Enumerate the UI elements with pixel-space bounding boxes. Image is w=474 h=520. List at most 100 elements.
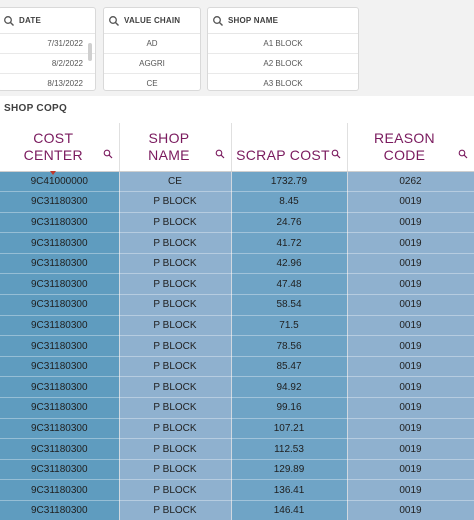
table-row[interactable]: 9C31180300 P BLOCK 8.45 0019 [0, 191, 474, 213]
table-row[interactable]: 9C31180300 P BLOCK 85.47 0019 [0, 356, 474, 378]
cell-scrap-cost[interactable]: 112.53 [231, 438, 348, 460]
cell-scrap-cost[interactable]: 1732.79 [231, 171, 348, 193]
cell-reason-code[interactable]: 0019 [347, 459, 474, 481]
table-row[interactable]: 9C31180300 P BLOCK 107.21 0019 [0, 418, 474, 440]
cell-cost-center[interactable]: 9C31180300 [0, 253, 120, 275]
cell-scrap-cost[interactable]: 8.45 [231, 191, 348, 213]
cell-reason-code[interactable]: 0262 [347, 171, 474, 193]
cell-shop-name[interactable]: P BLOCK [119, 418, 232, 440]
cell-reason-code[interactable]: 0019 [347, 273, 474, 296]
filter-item[interactable]: CE [104, 74, 200, 90]
table-row[interactable]: 9C31180300 P BLOCK 78.56 0019 [0, 335, 474, 357]
cell-cost-center[interactable]: 9C31180300 [0, 273, 120, 296]
cell-shop-name[interactable]: P BLOCK [119, 294, 232, 316]
cell-cost-center[interactable]: 9C31180300 [0, 356, 120, 378]
cell-cost-center[interactable]: 9C31180300 [0, 500, 120, 520]
cell-shop-name[interactable]: P BLOCK [119, 500, 232, 520]
cell-shop-name[interactable]: P BLOCK [119, 459, 232, 481]
filter-pane-shop-name[interactable]: SHOP NAME A1 BLOCK A2 BLOCK A3 BLOCK [207, 7, 359, 91]
filter-item[interactable]: AGGRI [104, 54, 200, 74]
search-icon[interactable] [3, 15, 15, 27]
filter-item[interactable]: AD [104, 34, 200, 54]
column-header-cost-center[interactable]: COST CENTER [0, 123, 120, 172]
cell-scrap-cost[interactable]: 78.56 [231, 335, 348, 357]
table-row[interactable]: 9C31180300 P BLOCK 129.89 0019 [0, 459, 474, 481]
search-icon[interactable] [212, 15, 224, 27]
cell-reason-code[interactable]: 0019 [347, 335, 474, 357]
column-header-scrap-cost[interactable]: SCRAP COST [231, 123, 348, 172]
search-icon[interactable] [103, 146, 113, 159]
cell-scrap-cost[interactable]: 71.5 [231, 315, 348, 337]
cell-cost-center[interactable]: 9C41000000 [0, 171, 120, 193]
cell-scrap-cost[interactable]: 58.54 [231, 294, 348, 316]
cell-reason-code[interactable]: 0019 [347, 232, 474, 254]
table-row[interactable]: 9C31180300 P BLOCK 112.53 0019 [0, 438, 474, 460]
cell-cost-center[interactable]: 9C31180300 [0, 294, 120, 316]
cell-cost-center[interactable]: 9C31180300 [0, 459, 120, 481]
column-header-reason-code[interactable]: REASON CODE [347, 123, 474, 172]
filter-item[interactable]: 7/31/2022 [0, 34, 95, 54]
cell-shop-name[interactable]: P BLOCK [119, 232, 232, 254]
table-row[interactable]: 9C31180300 P BLOCK 99.16 0019 [0, 397, 474, 419]
search-icon[interactable] [331, 146, 341, 159]
cell-reason-code[interactable]: 0019 [347, 376, 474, 399]
cell-shop-name[interactable]: P BLOCK [119, 191, 232, 213]
cell-shop-name[interactable]: P BLOCK [119, 315, 232, 337]
cell-scrap-cost[interactable]: 146.41 [231, 500, 348, 520]
filter-pane-date[interactable]: DATE 7/31/2022 8/2/2022 8/13/2022 [0, 7, 96, 91]
table-row[interactable]: 9C31180300 P BLOCK 71.5 0019 [0, 315, 474, 337]
filter-pane-header[interactable]: VALUE CHAIN [104, 8, 200, 34]
cell-cost-center[interactable]: 9C31180300 [0, 191, 120, 213]
cell-scrap-cost[interactable]: 129.89 [231, 459, 348, 481]
table-row[interactable]: 9C41000000 CE 1732.79 0262 [0, 171, 474, 193]
search-icon[interactable] [108, 15, 120, 27]
filter-pane-header[interactable]: SHOP NAME [208, 8, 358, 34]
filter-pane-value-chain[interactable]: VALUE CHAIN AD AGGRI CE [103, 7, 201, 91]
filter-item[interactable]: A1 BLOCK [208, 34, 358, 54]
cell-cost-center[interactable]: 9C31180300 [0, 212, 120, 234]
cell-shop-name[interactable]: P BLOCK [119, 438, 232, 460]
cell-shop-name[interactable]: P BLOCK [119, 376, 232, 399]
table-row[interactable]: 9C31180300 P BLOCK 136.41 0019 [0, 479, 474, 501]
table-row[interactable]: 9C31180300 P BLOCK 42.96 0019 [0, 253, 474, 275]
cell-scrap-cost[interactable]: 85.47 [231, 356, 348, 378]
cell-reason-code[interactable]: 0019 [347, 479, 474, 501]
cell-shop-name[interactable]: P BLOCK [119, 479, 232, 501]
cell-reason-code[interactable]: 0019 [347, 418, 474, 440]
table-row[interactable]: 9C31180300 P BLOCK 94.92 0019 [0, 376, 474, 399]
cell-scrap-cost[interactable]: 94.92 [231, 376, 348, 399]
cell-scrap-cost[interactable]: 107.21 [231, 418, 348, 440]
cell-scrap-cost[interactable]: 41.72 [231, 232, 348, 254]
cell-shop-name[interactable]: P BLOCK [119, 397, 232, 419]
table-row[interactable]: 9C31180300 P BLOCK 24.76 0019 [0, 212, 474, 234]
cell-cost-center[interactable]: 9C31180300 [0, 397, 120, 419]
search-icon[interactable] [215, 146, 225, 159]
cell-cost-center[interactable]: 9C31180300 [0, 479, 120, 501]
cell-reason-code[interactable]: 0019 [347, 191, 474, 213]
cell-cost-center[interactable]: 9C31180300 [0, 438, 120, 460]
cell-reason-code[interactable]: 0019 [347, 438, 474, 460]
cell-cost-center[interactable]: 9C31180300 [0, 315, 120, 337]
filter-item[interactable]: A3 BLOCK [208, 74, 358, 90]
cell-reason-code[interactable]: 0019 [347, 315, 474, 337]
cell-scrap-cost[interactable]: 42.96 [231, 253, 348, 275]
cell-reason-code[interactable]: 0019 [347, 397, 474, 419]
cell-shop-name[interactable]: P BLOCK [119, 356, 232, 378]
table-row[interactable]: 9C31180300 P BLOCK 47.48 0019 [0, 273, 474, 296]
cell-scrap-cost[interactable]: 136.41 [231, 479, 348, 501]
cell-shop-name[interactable]: P BLOCK [119, 253, 232, 275]
filter-item[interactable]: 8/13/2022 [0, 74, 95, 90]
search-icon[interactable] [458, 146, 468, 159]
cell-shop-name[interactable]: P BLOCK [119, 273, 232, 296]
cell-cost-center[interactable]: 9C31180300 [0, 418, 120, 440]
table-row[interactable]: 9C31180300 P BLOCK 58.54 0019 [0, 294, 474, 316]
cell-shop-name[interactable]: P BLOCK [119, 212, 232, 234]
filter-item[interactable]: 8/2/2022 [0, 54, 95, 74]
cell-cost-center[interactable]: 9C31180300 [0, 232, 120, 254]
cell-reason-code[interactable]: 0019 [347, 253, 474, 275]
cell-reason-code[interactable]: 0019 [347, 500, 474, 520]
cell-scrap-cost[interactable]: 24.76 [231, 212, 348, 234]
cell-reason-code[interactable]: 0019 [347, 356, 474, 378]
cell-shop-name[interactable]: P BLOCK [119, 335, 232, 357]
cell-scrap-cost[interactable]: 47.48 [231, 273, 348, 296]
